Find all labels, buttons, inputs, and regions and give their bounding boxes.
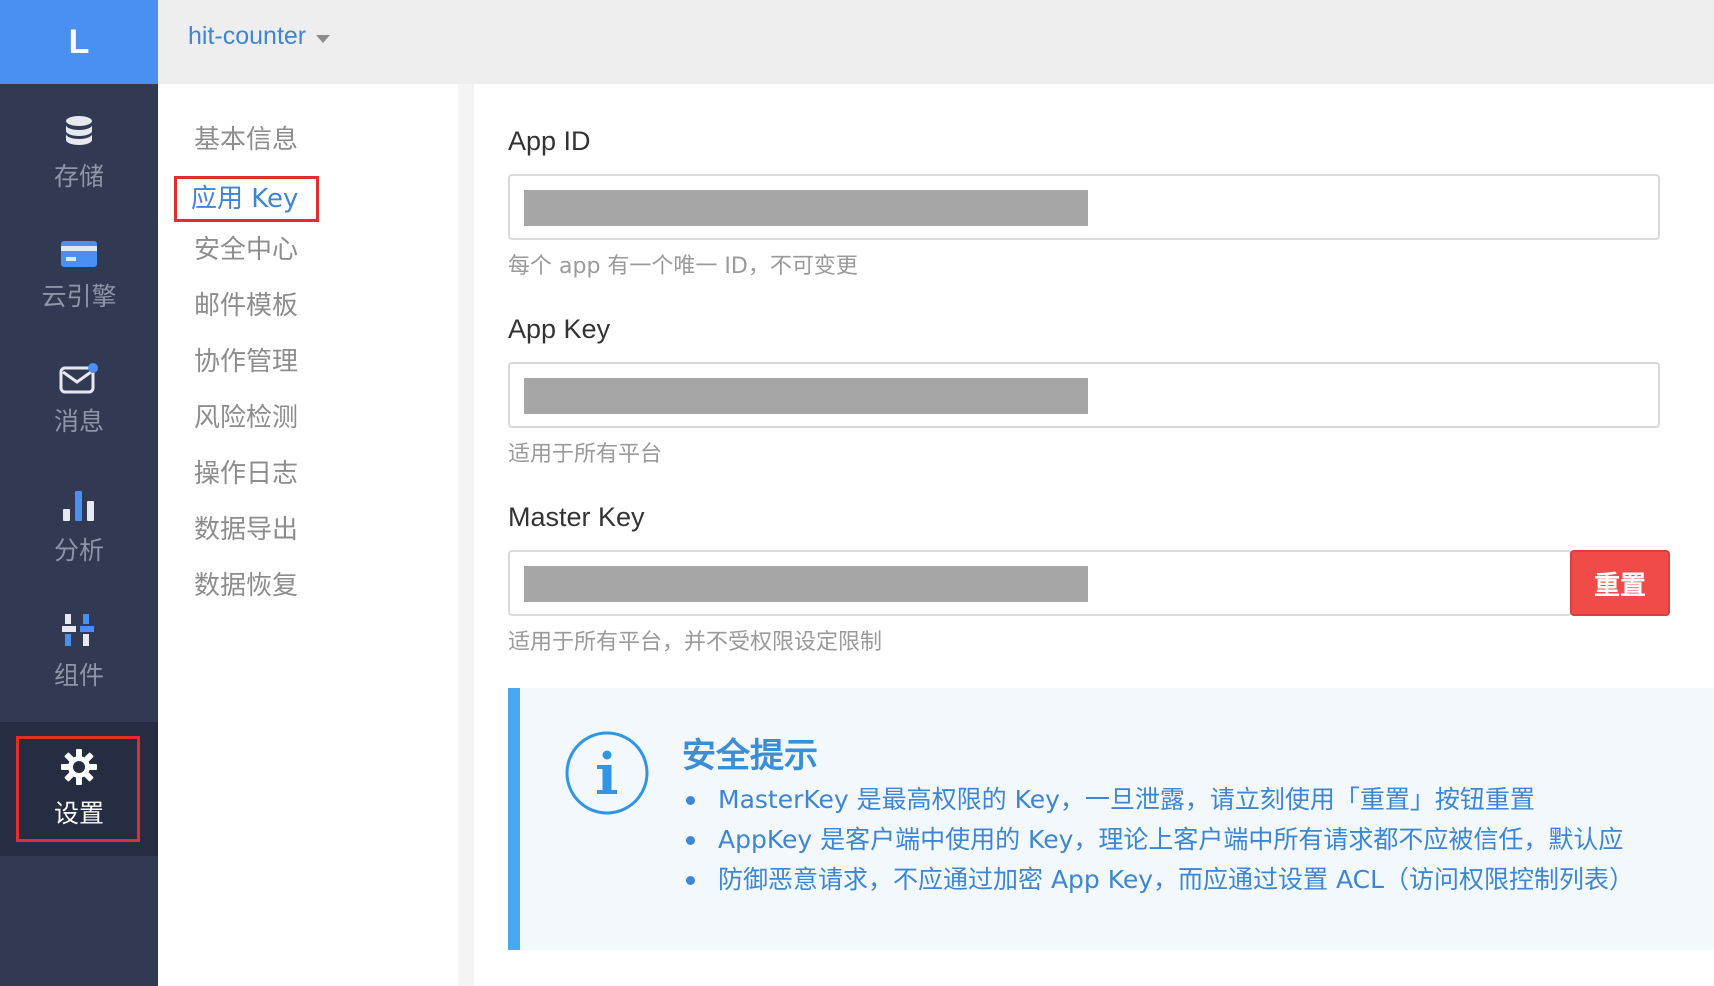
redacted-value — [524, 378, 1088, 414]
redacted-value — [524, 566, 1088, 602]
logo-letter: L — [68, 22, 90, 61]
tip-item: 防御恶意请求，不应通过加密 App Key，而应通过设置 ACL（访问权限控制列… — [682, 860, 1634, 900]
security-tip-panel: 安全提示 MasterKey 是最高权限的 Key，一旦泄露，请立刻使用「重置」… — [508, 688, 1714, 950]
highlight-box — [16, 736, 140, 842]
nav-divider — [458, 84, 474, 986]
nav-item-email-templates[interactable]: 邮件模板 — [188, 284, 304, 328]
app-name: hit-counter — [188, 22, 307, 50]
sidebar-item-components[interactable]: 组件 — [0, 590, 158, 714]
main-content: App ID 每个 app 有一个唯一 ID，不可变更 App Key 适用于所… — [474, 84, 1714, 986]
nav-item-operation-log[interactable]: 操作日志 — [188, 452, 304, 496]
components-icon — [61, 612, 97, 648]
main-sidebar: L 存储 云引擎 消息 分析 组件 设置 — [0, 0, 158, 986]
redacted-value — [524, 190, 1088, 226]
sidebar-item-label: 组件 — [53, 661, 104, 690]
app-key-label: App Key — [508, 314, 611, 344]
reset-button[interactable]: 重置 — [1570, 550, 1670, 616]
app-id-field[interactable] — [508, 174, 1660, 240]
sidebar-item-settings[interactable]: 设置 — [0, 722, 158, 856]
app-key-hint: 适用于所有平台 — [508, 442, 663, 467]
bar-chart-icon — [61, 489, 97, 523]
nav-item-data-export[interactable]: 数据导出 — [188, 508, 304, 552]
app-id-hint: 每个 app 有一个唯一 ID，不可变更 — [508, 254, 858, 279]
tip-title: 安全提示 — [682, 736, 818, 776]
master-key-hint: 适用于所有平台，并不受权限设定限制 — [508, 630, 883, 655]
message-icon — [59, 362, 99, 394]
nav-item-app-key[interactable]: 应用 Key — [174, 176, 319, 222]
tip-item: MasterKey 是最高权限的 Key，一旦泄露，请立刻使用「重置」按钮重置 — [682, 780, 1634, 820]
app-key-field[interactable] — [508, 362, 1660, 428]
tip-item: AppKey 是客户端中使用的 Key，理论上客户端中所有请求都不应被信任，默认… — [682, 820, 1634, 860]
nav-item-data-restore[interactable]: 数据恢复 — [188, 564, 304, 608]
settings-nav: 基本信息 应用 Key 安全中心 邮件模板 协作管理 风险检测 操作日志 数据导… — [158, 84, 459, 986]
nav-item-collaboration[interactable]: 协作管理 — [188, 340, 304, 384]
nav-item-security-center[interactable]: 安全中心 — [188, 228, 304, 272]
sidebar-item-label: 云引擎 — [41, 282, 117, 311]
master-key-label: Master Key — [508, 502, 645, 532]
database-icon — [64, 115, 94, 149]
sidebar-item-label: 分析 — [53, 536, 104, 565]
sidebar-item-analytics[interactable]: 分析 — [0, 466, 158, 590]
app-logo[interactable]: L — [0, 0, 158, 84]
sidebar-item-engine[interactable]: 云引擎 — [0, 214, 158, 338]
sidebar-item-label: 消息 — [53, 407, 104, 436]
info-icon — [564, 730, 650, 820]
app-selector-dropdown[interactable]: hit-counter — [188, 22, 331, 51]
sidebar-item-label: 存储 — [53, 162, 104, 191]
nav-item-risk-detection[interactable]: 风险检测 — [188, 396, 304, 440]
sidebar-item-messages[interactable]: 消息 — [0, 338, 158, 462]
tip-list: MasterKey 是最高权限的 Key，一旦泄露，请立刻使用「重置」按钮重置 … — [682, 780, 1634, 900]
sidebar-item-storage[interactable]: 存储 — [0, 92, 158, 216]
nav-item-basic-info[interactable]: 基本信息 — [188, 118, 304, 162]
card-icon — [60, 239, 98, 269]
master-key-field[interactable] — [508, 550, 1572, 616]
app-id-label: App ID — [508, 126, 591, 156]
top-bar: hit-counter — [158, 0, 1714, 84]
caret-down-icon — [316, 34, 331, 43]
